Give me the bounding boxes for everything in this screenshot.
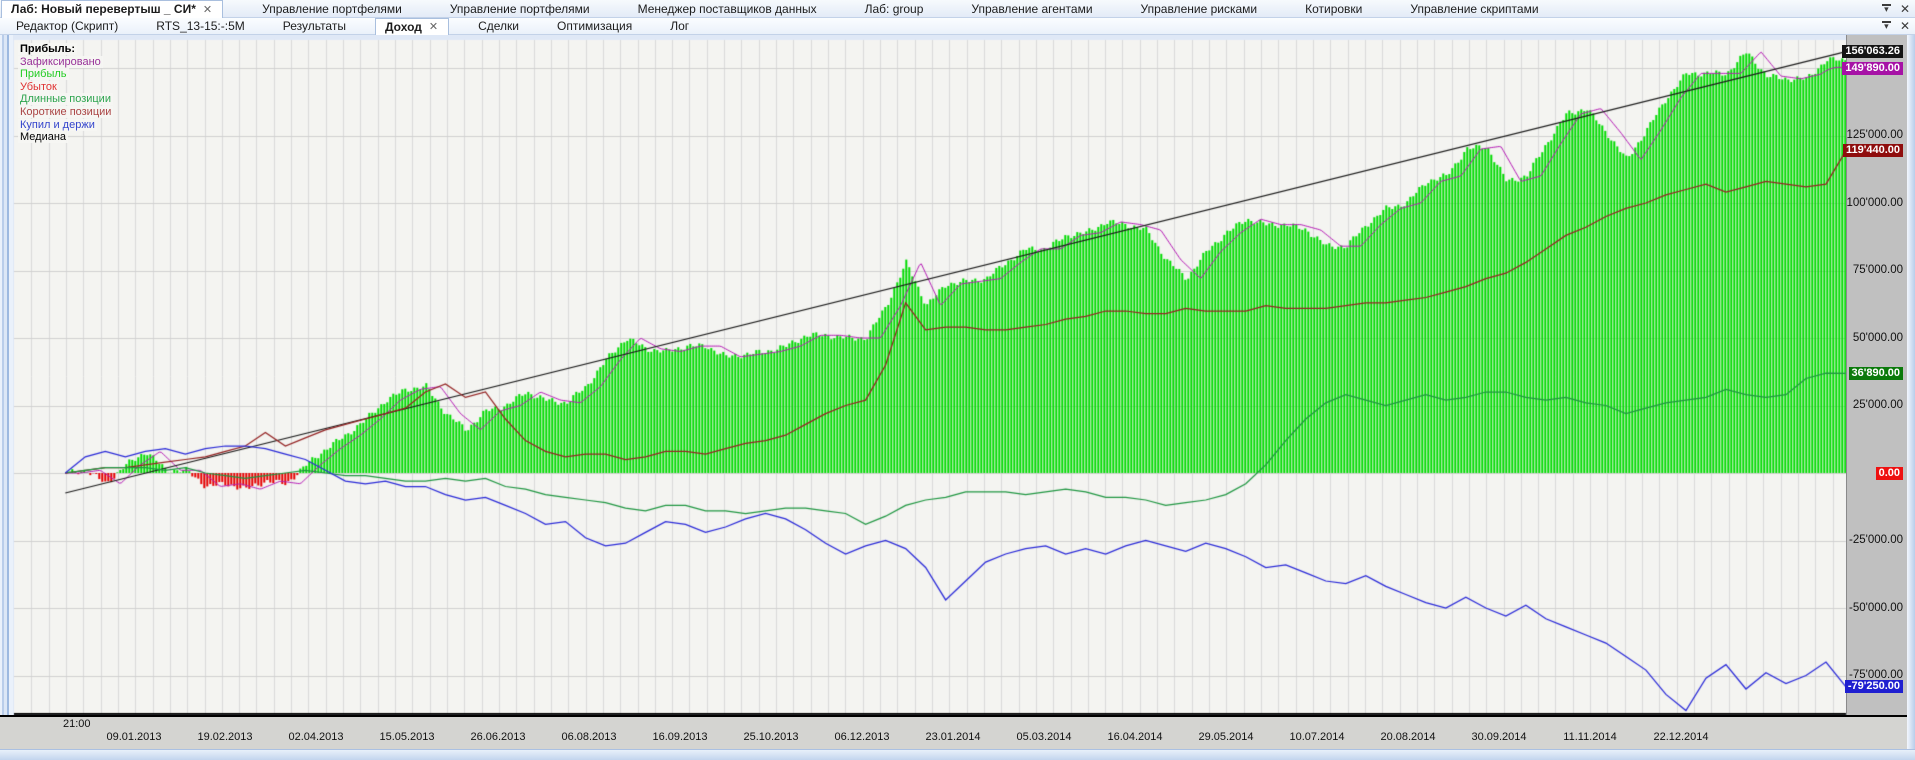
view-tab-2[interactable]: Результаты <box>274 18 355 34</box>
bottom-window-edge <box>0 749 1915 760</box>
view-tab-6[interactable]: Лог <box>661 18 698 34</box>
x-axis-label: 11.11.2014 <box>1563 731 1617 743</box>
doc-tab-1[interactable]: Управление портфелями <box>253 0 411 17</box>
x-axis-time-label: 21:00 <box>63 718 91 730</box>
chart-legend: Прибыль: Зафиксировано Прибыль Убыток Длинн… <box>18 43 114 144</box>
doc-tab-6[interactable]: Управление рисками <box>1132 0 1267 17</box>
view-tab-1[interactable]: RTS_13-15:-:5M <box>147 18 253 34</box>
x-axis-label: 15.05.2013 <box>379 731 435 743</box>
x-axis-label: 10.07.2014 <box>1289 731 1345 743</box>
y-axis-label: -25'000.00 <box>1849 534 1903 546</box>
x-axis-label: 09.01.2013 <box>106 731 162 743</box>
view-tab-5-label: Оптимизация <box>556 19 633 33</box>
y-axis-label: 50'000.00 <box>1852 331 1903 344</box>
view-tab-5[interactable]: Оптимизация <box>548 18 641 34</box>
view-tab-2-label: Результаты <box>282 19 346 33</box>
doc-tab-8[interactable]: Управление скриптами <box>1401 0 1547 17</box>
legend-item: Убыток <box>18 80 59 93</box>
y-axis-label: 149'890.00 <box>1842 61 1903 75</box>
doc-tab-0-label: Лаб: Новый перевертыш _ СИ* <box>11 2 196 16</box>
y-axis-label: 119'440.00 <box>1842 144 1903 157</box>
x-axis-label: 05.03.2014 <box>1016 731 1072 743</box>
view-tab-1-label: RTS_13-15:-:5M <box>156 19 245 33</box>
doc-tab-5[interactable]: Управление агентами <box>962 0 1101 17</box>
doc-tab-8-label: Управление скриптами <box>1410 1 1539 16</box>
close-tab-icon[interactable]: ✕ <box>202 3 213 16</box>
doc-tab-1-label: Управление портфелями <box>262 1 402 16</box>
x-axis-label: 25.10.2013 <box>743 731 799 743</box>
profit-chart-canvas[interactable] <box>0 0 1915 759</box>
doc-tab-7-label: Котировки <box>1305 1 1363 16</box>
view-list-menu-icon[interactable]: ▾ <box>1881 21 1891 31</box>
x-axis-label: 26.06.2013 <box>470 731 526 743</box>
legend-item: Длинные позиции <box>18 93 113 106</box>
legend-item: Зафиксировано <box>18 55 103 68</box>
doc-tab-6-label: Управление рисками <box>1140 1 1258 16</box>
legend-item: Купил и держи <box>18 118 97 131</box>
x-axis-label: 20.08.2014 <box>1380 731 1436 743</box>
x-axis-label: 16.09.2013 <box>652 731 708 743</box>
legend-item: Медиана <box>18 131 69 144</box>
close-tab-icon[interactable]: ✕ <box>428 20 439 33</box>
doc-tab-7[interactable]: Котировки <box>1296 0 1371 17</box>
document-tab-bar: Лаб: Новый перевертыш _ СИ* ✕ Управление п… <box>0 0 1915 18</box>
legend-item: Прибыль <box>18 68 69 81</box>
close-view-icon[interactable]: ✕ <box>1900 20 1910 32</box>
legend-item: Короткие позиции <box>18 105 114 118</box>
view-tab-4-label: Сделки <box>478 19 519 33</box>
x-axis-label: 19.02.2013 <box>197 731 253 743</box>
y-axis-label: 36'890.00 <box>1848 366 1903 380</box>
doc-tab-3[interactable]: Менеджер поставщиков данных <box>629 0 826 17</box>
doc-tab-2[interactable]: Управление портфелями <box>441 0 599 17</box>
y-axis-label: 100'000.00 <box>1846 196 1903 209</box>
x-axis-label: 29.05.2014 <box>1198 731 1254 743</box>
y-axis-label: 25'000.00 <box>1852 399 1903 411</box>
doc-tab-5-label: Управление агентами <box>971 1 1093 16</box>
x-axis-label: 06.08.2013 <box>561 731 617 743</box>
y-axis-label: 0.00 <box>1875 466 1903 480</box>
x-axis-label: 16.04.2014 <box>1107 731 1163 743</box>
doc-tab-4[interactable]: Лаб: group <box>856 0 933 17</box>
doc-tab-4-label: Лаб: group <box>864 1 924 16</box>
x-axis-label: 22.12.2014 <box>1653 731 1709 743</box>
right-window-edge <box>1907 34 1915 749</box>
x-axis-label: 06.12.2013 <box>834 731 890 743</box>
y-axis-label: 125'000.00 <box>1846 129 1903 141</box>
doc-tab-3-label: Менеджер поставщиков данных <box>637 1 817 16</box>
view-tab-4[interactable]: Сделки <box>469 18 528 34</box>
view-tab-3[interactable]: Доход ✕ <box>374 17 450 35</box>
y-axis-label: -50'000.00 <box>1849 601 1903 614</box>
view-tab-0-label: Редактор (Скрипт) <box>16 19 119 33</box>
y-axis-label: -79'250.00 <box>1844 680 1903 694</box>
x-axis-label: 23.01.2014 <box>925 731 981 743</box>
x-axis-label: 02.04.2013 <box>288 731 344 743</box>
view-tab-0[interactable]: Редактор (Скрипт) <box>7 18 127 34</box>
view-tab-3-label: Доход <box>384 19 422 34</box>
doc-tab-0[interactable]: Лаб: Новый перевертыш _ СИ* ✕ <box>1 0 224 18</box>
tab-list-menu-icon[interactable]: ▾ <box>1881 3 1891 14</box>
y-axis-label: 75'000.00 <box>1852 264 1903 276</box>
legend-title: Прибыль: <box>18 43 77 55</box>
y-axis-label: 156'063.26 <box>1842 45 1903 59</box>
doc-tab-2-label: Управление портфелями <box>449 1 590 16</box>
view-tab-6-label: Лог <box>670 19 690 33</box>
close-document-icon[interactable]: ✕ <box>1900 3 1910 15</box>
view-tab-bar: Редактор (Скрипт) RTS_13-15:-:5M Результат… <box>0 17 1915 35</box>
x-axis-label: 30.09.2014 <box>1471 731 1527 743</box>
left-splitter[interactable] <box>0 34 13 749</box>
